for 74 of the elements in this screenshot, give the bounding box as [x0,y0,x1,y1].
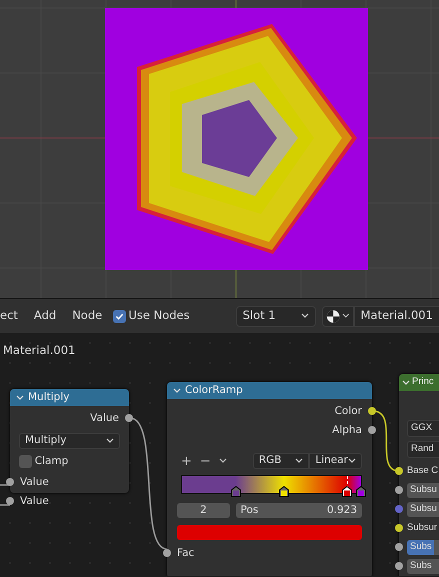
socket-icon[interactable] [395,543,403,551]
menu-item[interactable]: ect [0,307,23,325]
node-header[interactable]: Princ [399,374,439,391]
value-field[interactable]: Subsu [407,483,439,498]
material-browse-button[interactable] [322,306,354,326]
color-stop-handle[interactable] [279,486,290,497]
socket-icon[interactable] [368,407,376,415]
field-value: 0.923 [326,502,357,518]
operation-dropdown[interactable]: Multiply [19,433,120,449]
chevron-icon [16,394,24,400]
socket-icon[interactable] [395,486,403,494]
checkbox[interactable] [112,310,126,322]
color-stop-handle[interactable] [356,486,366,497]
material-sphere-icon [326,308,340,324]
socket-label: Color [334,404,362,419]
node-link [0,504,10,506]
slot-dropdown[interactable]: Slot 1 [236,306,316,326]
ramp-tool-button[interactable]: + [177,454,196,468]
color-mode-dropdown[interactable]: RGB [252,453,310,469]
socket-label: Value [20,494,49,509]
clamp-checkbox[interactable]: Clamp [10,452,129,471]
interpolation-dropdown[interactable]: Linear [309,453,362,469]
stop-index-field[interactable]: 2 [177,503,230,518]
chevron-icon [342,313,350,319]
chevron-icon [295,458,304,464]
socket-label: Alpha [332,422,362,438]
node-link [0,484,10,486]
material-name-field[interactable]: Material.001 [354,306,439,326]
socket-label: Base C [407,464,438,478]
checkbox[interactable] [19,455,32,468]
socket-label: Value [90,410,119,426]
socket-icon[interactable] [6,478,14,486]
node-header[interactable]: ColorRamp [167,382,372,399]
checkbox-label: Use Nodes [128,307,190,324]
breadcrumb: Material.001 [3,342,76,359]
socket-icon[interactable] [125,414,133,422]
ramp-tool-button[interactable]: − [196,454,215,468]
node-title: ColorRamp [185,382,243,398]
socket-icon[interactable] [395,524,403,532]
color-stop-handle[interactable] [342,486,352,497]
node-title: Princ [412,375,434,390]
socket-icon[interactable] [6,497,14,505]
chevron-icon [348,458,356,464]
use-nodes-checkbox[interactable]: Use Nodes [112,307,190,325]
chevron-icon [402,380,410,386]
socket-label: Fac [177,546,194,561]
shader-dropdown[interactable]: GGX [407,420,439,437]
socket-icon[interactable] [395,562,403,570]
chevron-icon [218,458,227,464]
socket-label: Value [20,474,49,490]
chevron-icon [300,313,309,319]
chevron-icon [106,438,114,444]
socket-icon[interactable] [368,426,376,434]
position-field[interactable]: Pos 0.923 [236,503,362,518]
dropdown-label: RGB [258,453,282,468]
node-title: Multiply [28,390,70,405]
chevron-icon [173,388,181,394]
dropdown-label: Slot 1 [242,307,276,324]
socket-label: Subsur [407,521,438,536]
socket-icon[interactable] [395,467,403,475]
checkbox-label: Clamp [34,454,68,469]
shader-dropdown[interactable]: Rand [407,441,439,458]
value-field[interactable]: Subsu [407,502,439,517]
menu-item[interactable]: Add [28,307,62,325]
socket-icon[interactable] [163,549,171,557]
color-stop-handle[interactable] [230,486,241,497]
slider-field[interactable]: Subs [407,540,439,555]
menu-item[interactable]: Node [67,307,108,325]
field-label: Pos [240,502,258,518]
node-header[interactable]: Multiply [10,389,129,406]
color-swatch[interactable] [177,525,362,540]
dropdown-label: Multiply [25,433,66,448]
dropdown-label: Linear [315,453,348,468]
value-field[interactable]: Subs [407,559,439,574]
